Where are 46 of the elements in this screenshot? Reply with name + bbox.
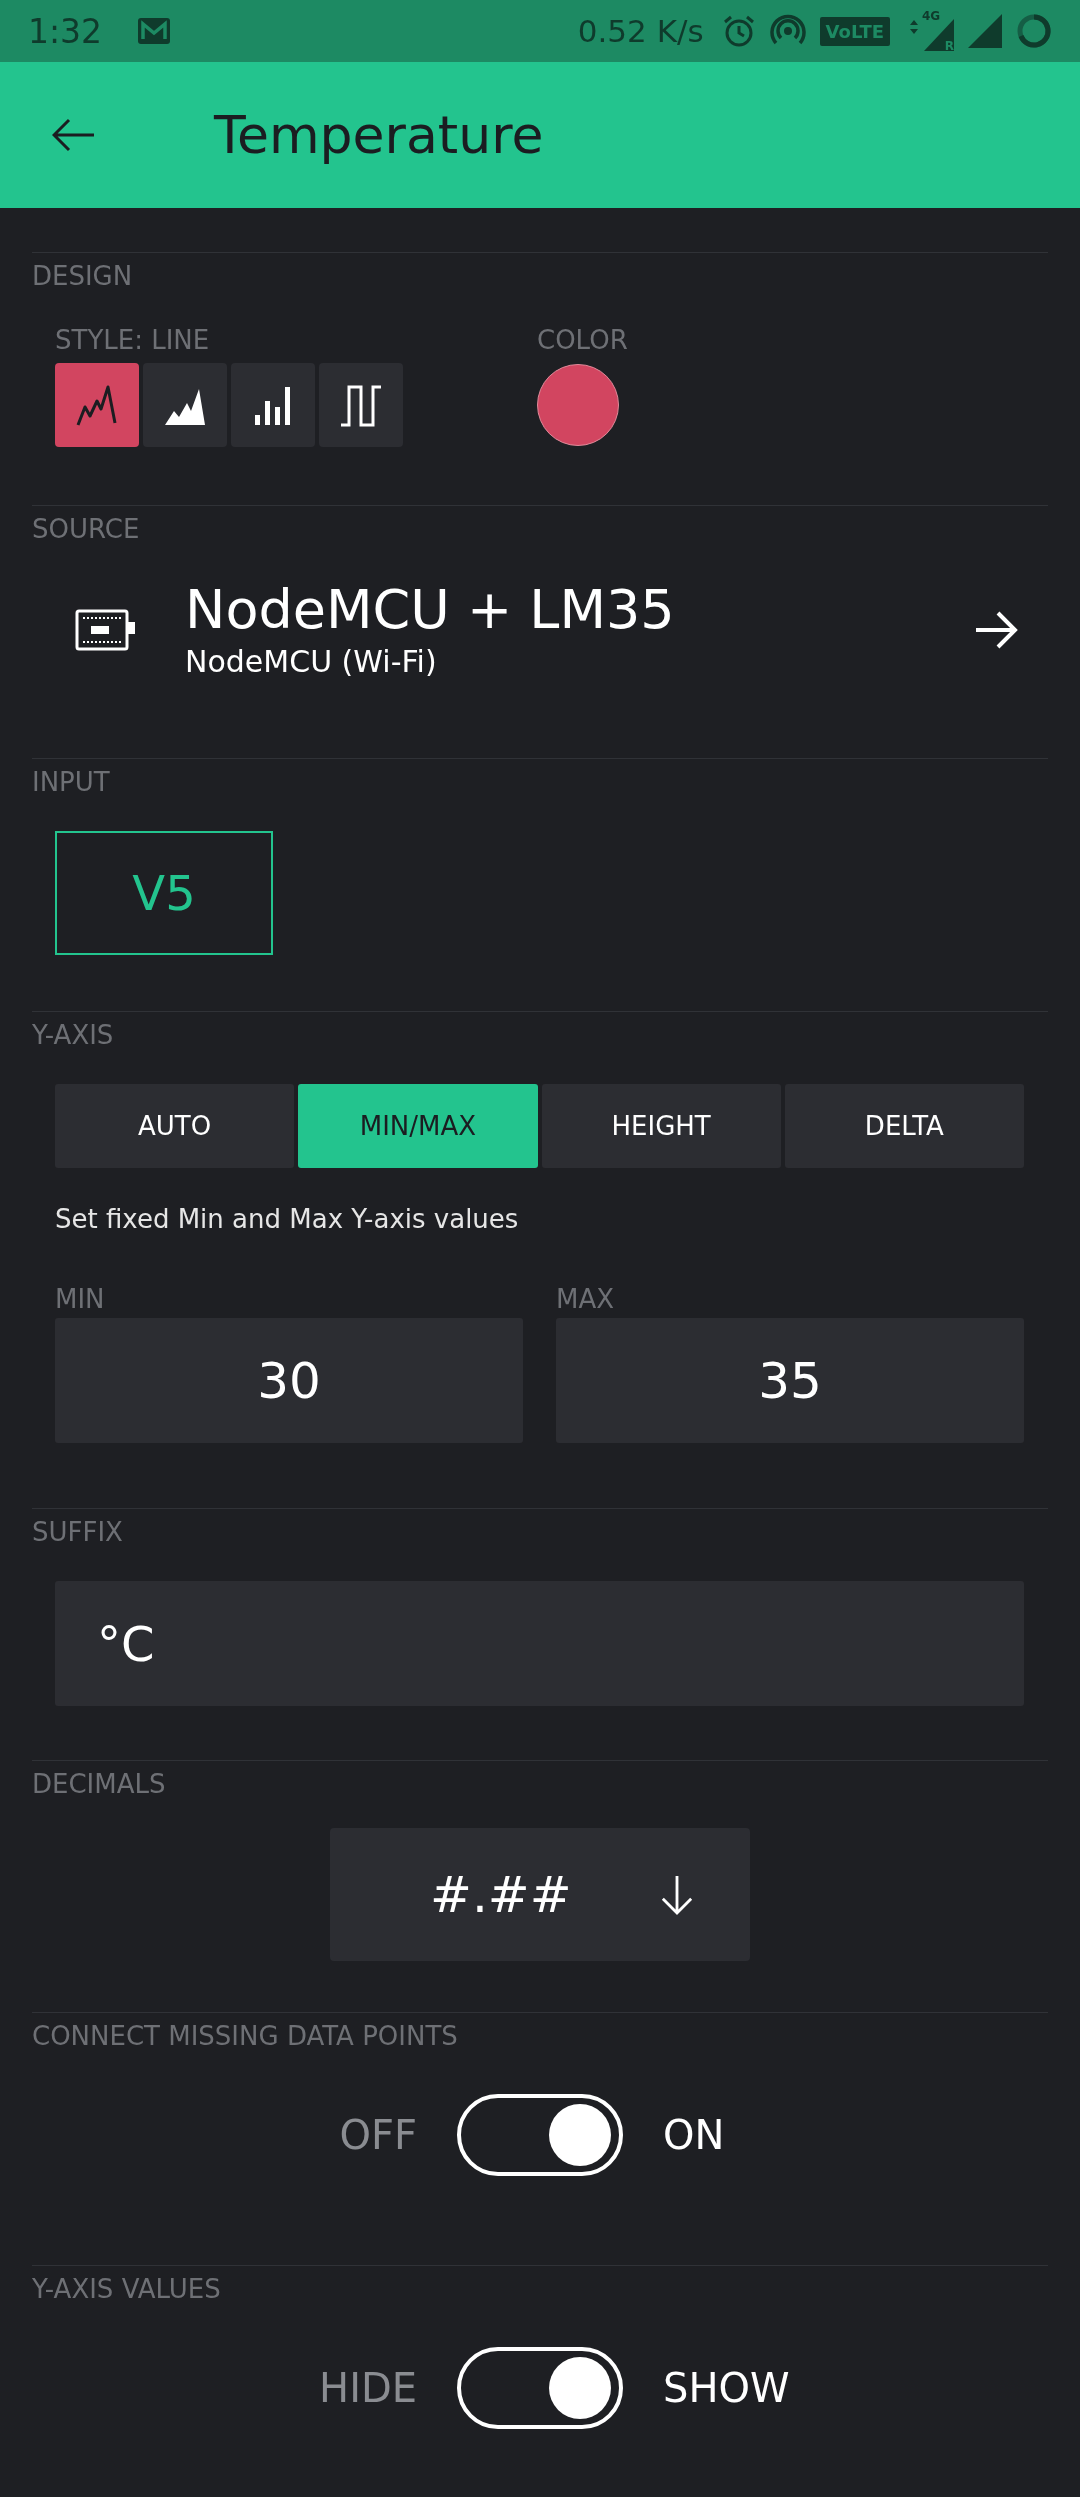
y-axis-mode-tab[interactable]: DELTA xyxy=(784,1084,1024,1168)
battery-icon xyxy=(1016,13,1052,49)
toggle-off-label: HIDE xyxy=(318,2365,417,2411)
min-field[interactable]: 30 xyxy=(55,1318,523,1443)
volte-badge: VoLTE xyxy=(819,16,890,46)
max-field[interactable]: 35 xyxy=(556,1318,1024,1443)
network-speed: 0.52 K/s xyxy=(577,13,704,49)
y-axis-mode-tab[interactable]: AUTO xyxy=(55,1084,295,1168)
section-label: DECIMALS xyxy=(32,1768,167,1801)
forward-arrow-icon[interactable] xyxy=(974,610,1018,650)
toggle-off-label: OFF xyxy=(338,2112,417,2158)
section-label: DESIGN xyxy=(32,260,134,293)
min-label: MIN xyxy=(55,1284,106,1316)
bars-style-button[interactable] xyxy=(231,363,315,447)
step-chart-icon xyxy=(339,383,383,427)
section-label: Y-AXIS VALUES xyxy=(32,2273,222,2306)
suffix-field[interactable]: °C xyxy=(55,1581,1024,1706)
down-arrow-icon xyxy=(660,1873,694,1916)
back-arrow-icon[interactable] xyxy=(52,118,96,152)
y-axis-mode-tab[interactable]: HEIGHT xyxy=(541,1084,781,1168)
section-label: CONNECT MISSING DATA POINTS xyxy=(32,2020,459,2053)
screen-title: Temperature xyxy=(214,105,544,165)
y-axis-mode-tab[interactable]: MIN/MAX xyxy=(298,1084,538,1168)
section-label: SOURCE xyxy=(32,513,141,546)
section-label: SUFFIX xyxy=(32,1516,124,1549)
step-style-button[interactable] xyxy=(319,363,403,447)
pin-button[interactable]: V5 xyxy=(55,831,273,955)
toggle-on-label: SHOW xyxy=(663,2365,791,2411)
line-style-button[interactable] xyxy=(55,363,139,447)
device-name: NodeMCU + LM35 xyxy=(185,578,676,642)
area-style-button[interactable] xyxy=(143,363,227,447)
section-label: Y-AXIS xyxy=(32,1019,115,1052)
mail-icon xyxy=(138,18,171,44)
board-icon xyxy=(75,609,135,651)
toggle-on-label: ON xyxy=(663,2112,726,2158)
alarm-icon xyxy=(721,14,756,48)
decimals-dropdown[interactable]: #.## xyxy=(330,1828,750,1961)
y-axis-description: Set fixed Min and Max Y-axis values xyxy=(55,1204,520,1234)
section-label: INPUT xyxy=(32,766,111,799)
max-label: MAX xyxy=(556,1284,616,1316)
color-label: COLOR xyxy=(537,325,628,357)
style-label: STYLE: LINE xyxy=(55,325,211,357)
signal-icon xyxy=(968,14,1002,48)
device-type: NodeMCU (Wi-Fi) xyxy=(185,643,438,681)
status-time: 1:32 xyxy=(28,11,103,51)
line-chart-icon xyxy=(75,383,119,427)
